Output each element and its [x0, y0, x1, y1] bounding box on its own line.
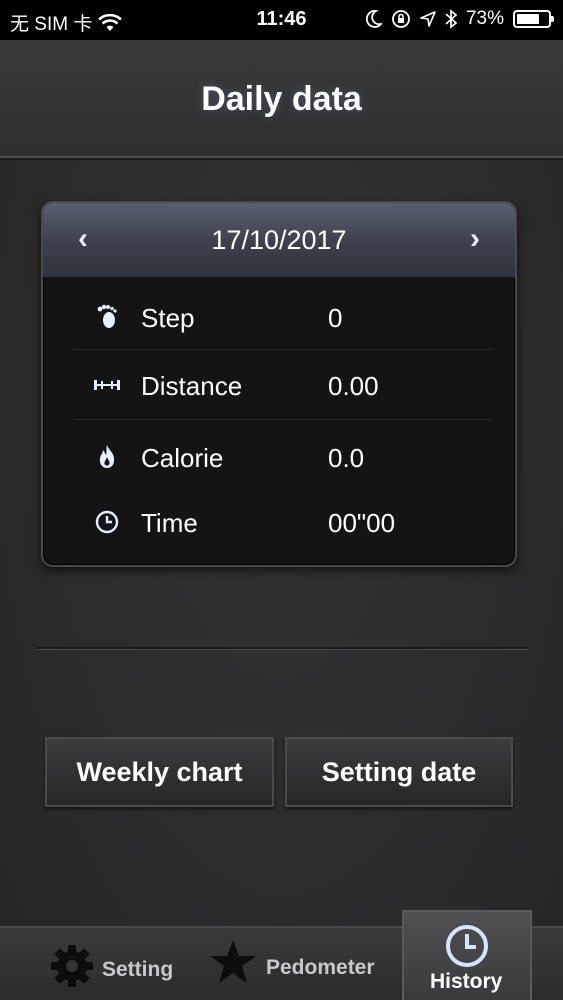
calorie-label: Calorie [141, 443, 224, 473]
header: Daily data [0, 40, 563, 158]
step-value: 0 [328, 303, 343, 333]
footprint-icon [97, 304, 117, 328]
date-bar: ‹ 17/10/2017 › [43, 203, 515, 278]
calorie-value: 0.0 [328, 443, 365, 473]
time-label: Time [141, 508, 198, 538]
calorie-row: Calorie 0.0 [73, 423, 493, 491]
bluetooth-icon [445, 9, 457, 29]
setting-date-button[interactable]: Setting date [285, 737, 513, 807]
tab-history[interactable]: History [402, 910, 532, 1000]
moon-icon [365, 10, 382, 28]
clock-icon [446, 925, 488, 967]
tab-setting[interactable]: Setting [40, 928, 200, 1000]
flame-icon [99, 445, 115, 468]
section-divider [36, 647, 528, 650]
distance-row: Distance 0.00 [73, 351, 493, 419]
daily-data-card: ‹ 17/10/2017 › Step 0 Distance 0.00 Calo… [41, 201, 517, 567]
step-row: Step 0 [73, 283, 493, 351]
step-label: Step [141, 303, 195, 333]
weekly-chart-button[interactable]: Weekly chart [45, 737, 274, 807]
status-right: 73% [365, 8, 554, 30]
location-arrow-icon [420, 11, 436, 27]
current-date: 17/10/2017 [211, 225, 347, 255]
tab-pedometer-label: Pedometer [266, 956, 375, 979]
time-value: 00"00 [328, 508, 396, 538]
clock-icon [95, 510, 119, 534]
tab-history-label: History [430, 970, 503, 993]
battery-icon [513, 10, 554, 28]
tab-bar: Setting Pedometer History [0, 910, 563, 1000]
page-title: Daily data [201, 80, 362, 118]
status-bar: 无 SIM 卡 11:46 73% [0, 0, 563, 40]
row-divider [73, 419, 493, 420]
app-screen: 无 SIM 卡 11:46 73% Daily data ‹ 17/10/201… [0, 0, 563, 1000]
time-row: Time 00"00 [73, 488, 493, 556]
battery-fill [517, 14, 539, 24]
tab-pedometer[interactable]: Pedometer [200, 928, 390, 1000]
distance-icon [94, 380, 120, 390]
row-divider [73, 349, 493, 350]
gear-icon [51, 945, 93, 987]
tab-setting-label: Setting [102, 958, 174, 981]
next-day-button[interactable]: › [457, 221, 493, 257]
battery-percent: 73% [465, 8, 504, 29]
orientation-lock-icon [392, 10, 410, 28]
star-icon [210, 940, 256, 983]
distance-label: Distance [141, 371, 243, 401]
distance-value: 0.00 [328, 371, 379, 401]
